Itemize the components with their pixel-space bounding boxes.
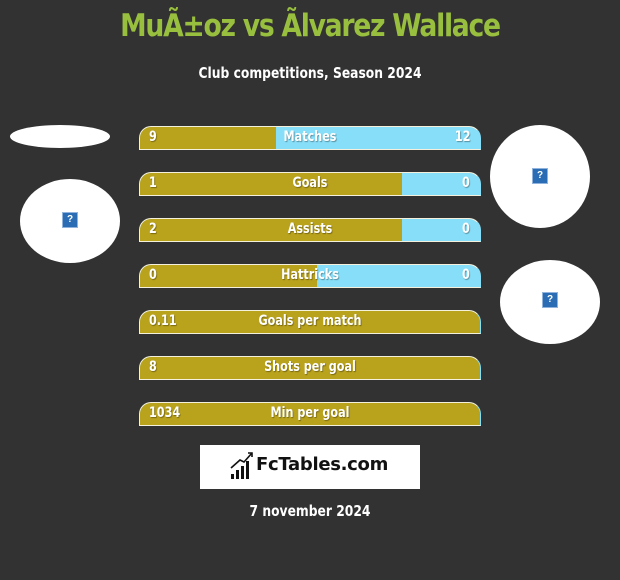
fctables-logo[interactable]: FcTables.com xyxy=(200,445,420,489)
stat-label: Goals xyxy=(292,175,328,191)
stat-label: Goals per match xyxy=(258,313,362,329)
stat-label: Shots per goal xyxy=(264,359,356,375)
left-player-photo: ? xyxy=(20,179,120,263)
left-value: 2 xyxy=(149,221,157,237)
stat-label: Assists xyxy=(287,221,333,237)
stat-row: 1 Goals 0 xyxy=(139,172,481,196)
left-team-badge-placeholder xyxy=(10,125,110,148)
right-value: 0 xyxy=(462,221,470,237)
left-value: 8 xyxy=(149,359,157,375)
broken-image-icon: ? xyxy=(542,292,558,308)
broken-image-icon: ? xyxy=(532,168,548,184)
stat-row: 0 Hattricks 0 xyxy=(139,264,481,288)
page-title: MuÃ±oz vs Ãlvarez Wallace xyxy=(120,8,501,44)
broken-image-icon: ? xyxy=(62,212,78,228)
stat-label: Hattricks xyxy=(281,267,339,283)
competition-subtitle: Club competitions, Season 2024 xyxy=(198,64,422,82)
left-value: 1 xyxy=(149,175,157,191)
bar-chart-logo-icon xyxy=(230,452,253,479)
date-label: 7 november 2024 xyxy=(249,502,371,520)
stat-row: 1034 Min per goal xyxy=(139,402,481,426)
left-value: 9 xyxy=(149,129,157,145)
stat-label: Min per goal xyxy=(270,405,350,421)
stat-row: 0.11 Goals per match xyxy=(139,310,481,334)
right-team-badge: ? xyxy=(500,260,600,344)
right-value: 12 xyxy=(454,129,470,145)
logo-text: FcTables.com xyxy=(256,454,389,475)
left-value: 0.11 xyxy=(149,313,177,329)
right-value: 0 xyxy=(462,267,470,283)
stat-row: 9 Matches 12 xyxy=(139,126,481,150)
stat-row: 2 Assists 0 xyxy=(139,218,481,242)
stat-row: 8 Shots per goal xyxy=(139,356,481,380)
stat-label: Matches xyxy=(283,129,337,145)
right-value: 0 xyxy=(462,175,470,191)
left-value: 0 xyxy=(149,267,157,283)
right-player-photo: ? xyxy=(490,125,590,228)
